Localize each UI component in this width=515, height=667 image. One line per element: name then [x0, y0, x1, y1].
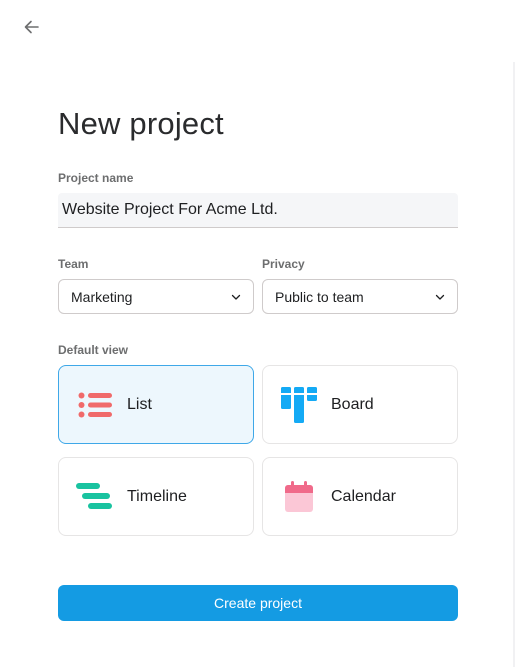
- view-option-board[interactable]: Board: [262, 365, 458, 444]
- chevron-down-icon: [231, 292, 241, 302]
- team-select[interactable]: Marketing: [58, 279, 254, 314]
- project-name-label: Project name: [58, 171, 134, 185]
- calendar-icon: [279, 477, 319, 517]
- view-option-list[interactable]: List: [58, 365, 254, 444]
- view-option-label: Calendar: [331, 487, 396, 505]
- arrow-left-icon: [24, 20, 39, 34]
- board-icon: [279, 385, 319, 425]
- new-project-page: New project Project name Team Marketing …: [0, 0, 515, 667]
- view-option-timeline[interactable]: Timeline: [58, 457, 254, 536]
- list-icon: [75, 385, 115, 425]
- chevron-down-icon: [435, 292, 445, 302]
- back-button[interactable]: [22, 17, 42, 37]
- team-label: Team: [58, 257, 89, 271]
- view-option-label: List: [127, 395, 152, 413]
- view-option-label: Board: [331, 395, 374, 413]
- create-project-button[interactable]: Create project: [58, 585, 458, 621]
- project-name-input[interactable]: [58, 193, 458, 228]
- view-option-calendar[interactable]: Calendar: [262, 457, 458, 536]
- view-option-label: Timeline: [127, 487, 187, 505]
- privacy-select[interactable]: Public to team: [262, 279, 458, 314]
- page-title: New project: [58, 106, 224, 141]
- default-view-label: Default view: [58, 343, 129, 357]
- privacy-select-value: Public to team: [275, 288, 364, 305]
- timeline-icon: [75, 477, 115, 517]
- privacy-label: Privacy: [262, 257, 305, 271]
- team-select-value: Marketing: [71, 288, 133, 305]
